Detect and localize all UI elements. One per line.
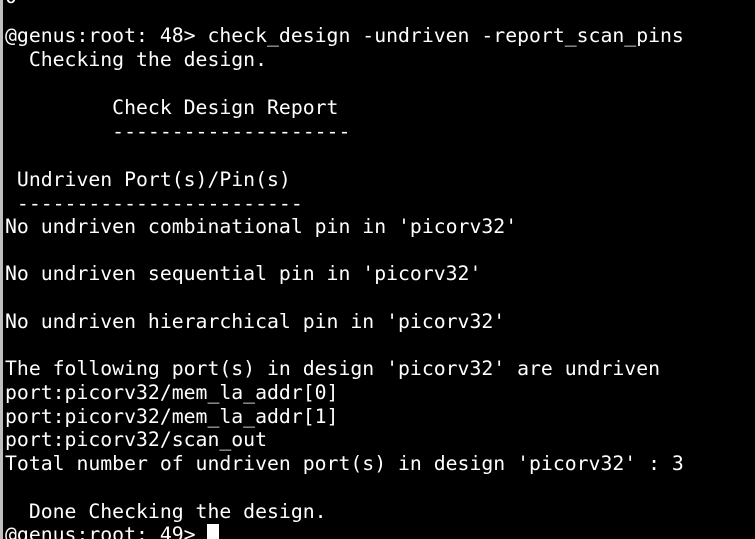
output-line-previous: 0 (5, 0, 17, 9)
section-heading-underline: ------------------------ (5, 192, 303, 215)
undriven-ports-header: The following port(s) in design 'picorv3… (5, 357, 661, 380)
prompt-line[interactable]: @genus:root: 49> (5, 523, 220, 539)
report-title-underline: -------------------- (5, 120, 351, 143)
undriven-port-item: port:picorv32/mem_la_addr[1] (5, 405, 339, 428)
result-combinational: No undriven combinational pin in 'picorv… (5, 215, 518, 238)
status-checking: Checking the design. (5, 48, 268, 71)
section-heading: Undriven Port(s)/Pin(s) (5, 168, 291, 191)
terminal-window[interactable]: 0 @genus:root: 48> check_design -undrive… (0, 0, 755, 539)
result-hierarchical: No undriven hierarchical pin in 'picorv3… (5, 310, 506, 333)
prompt-text: @genus:root: 49> (5, 523, 208, 539)
command-line: @genus:root: 48> check_design -undriven … (5, 24, 684, 47)
status-done: Done Checking the design. (5, 500, 327, 523)
undriven-port-item: port:picorv32/scan_out (5, 428, 268, 451)
report-title: Check Design Report (5, 96, 339, 119)
window-border (0, 0, 3, 539)
undriven-total: Total number of undriven port(s) in desi… (5, 452, 684, 475)
text-cursor (207, 524, 220, 539)
undriven-port-item: port:picorv32/mem_la_addr[0] (5, 381, 339, 404)
result-sequential: No undriven sequential pin in 'picorv32' (5, 262, 482, 285)
